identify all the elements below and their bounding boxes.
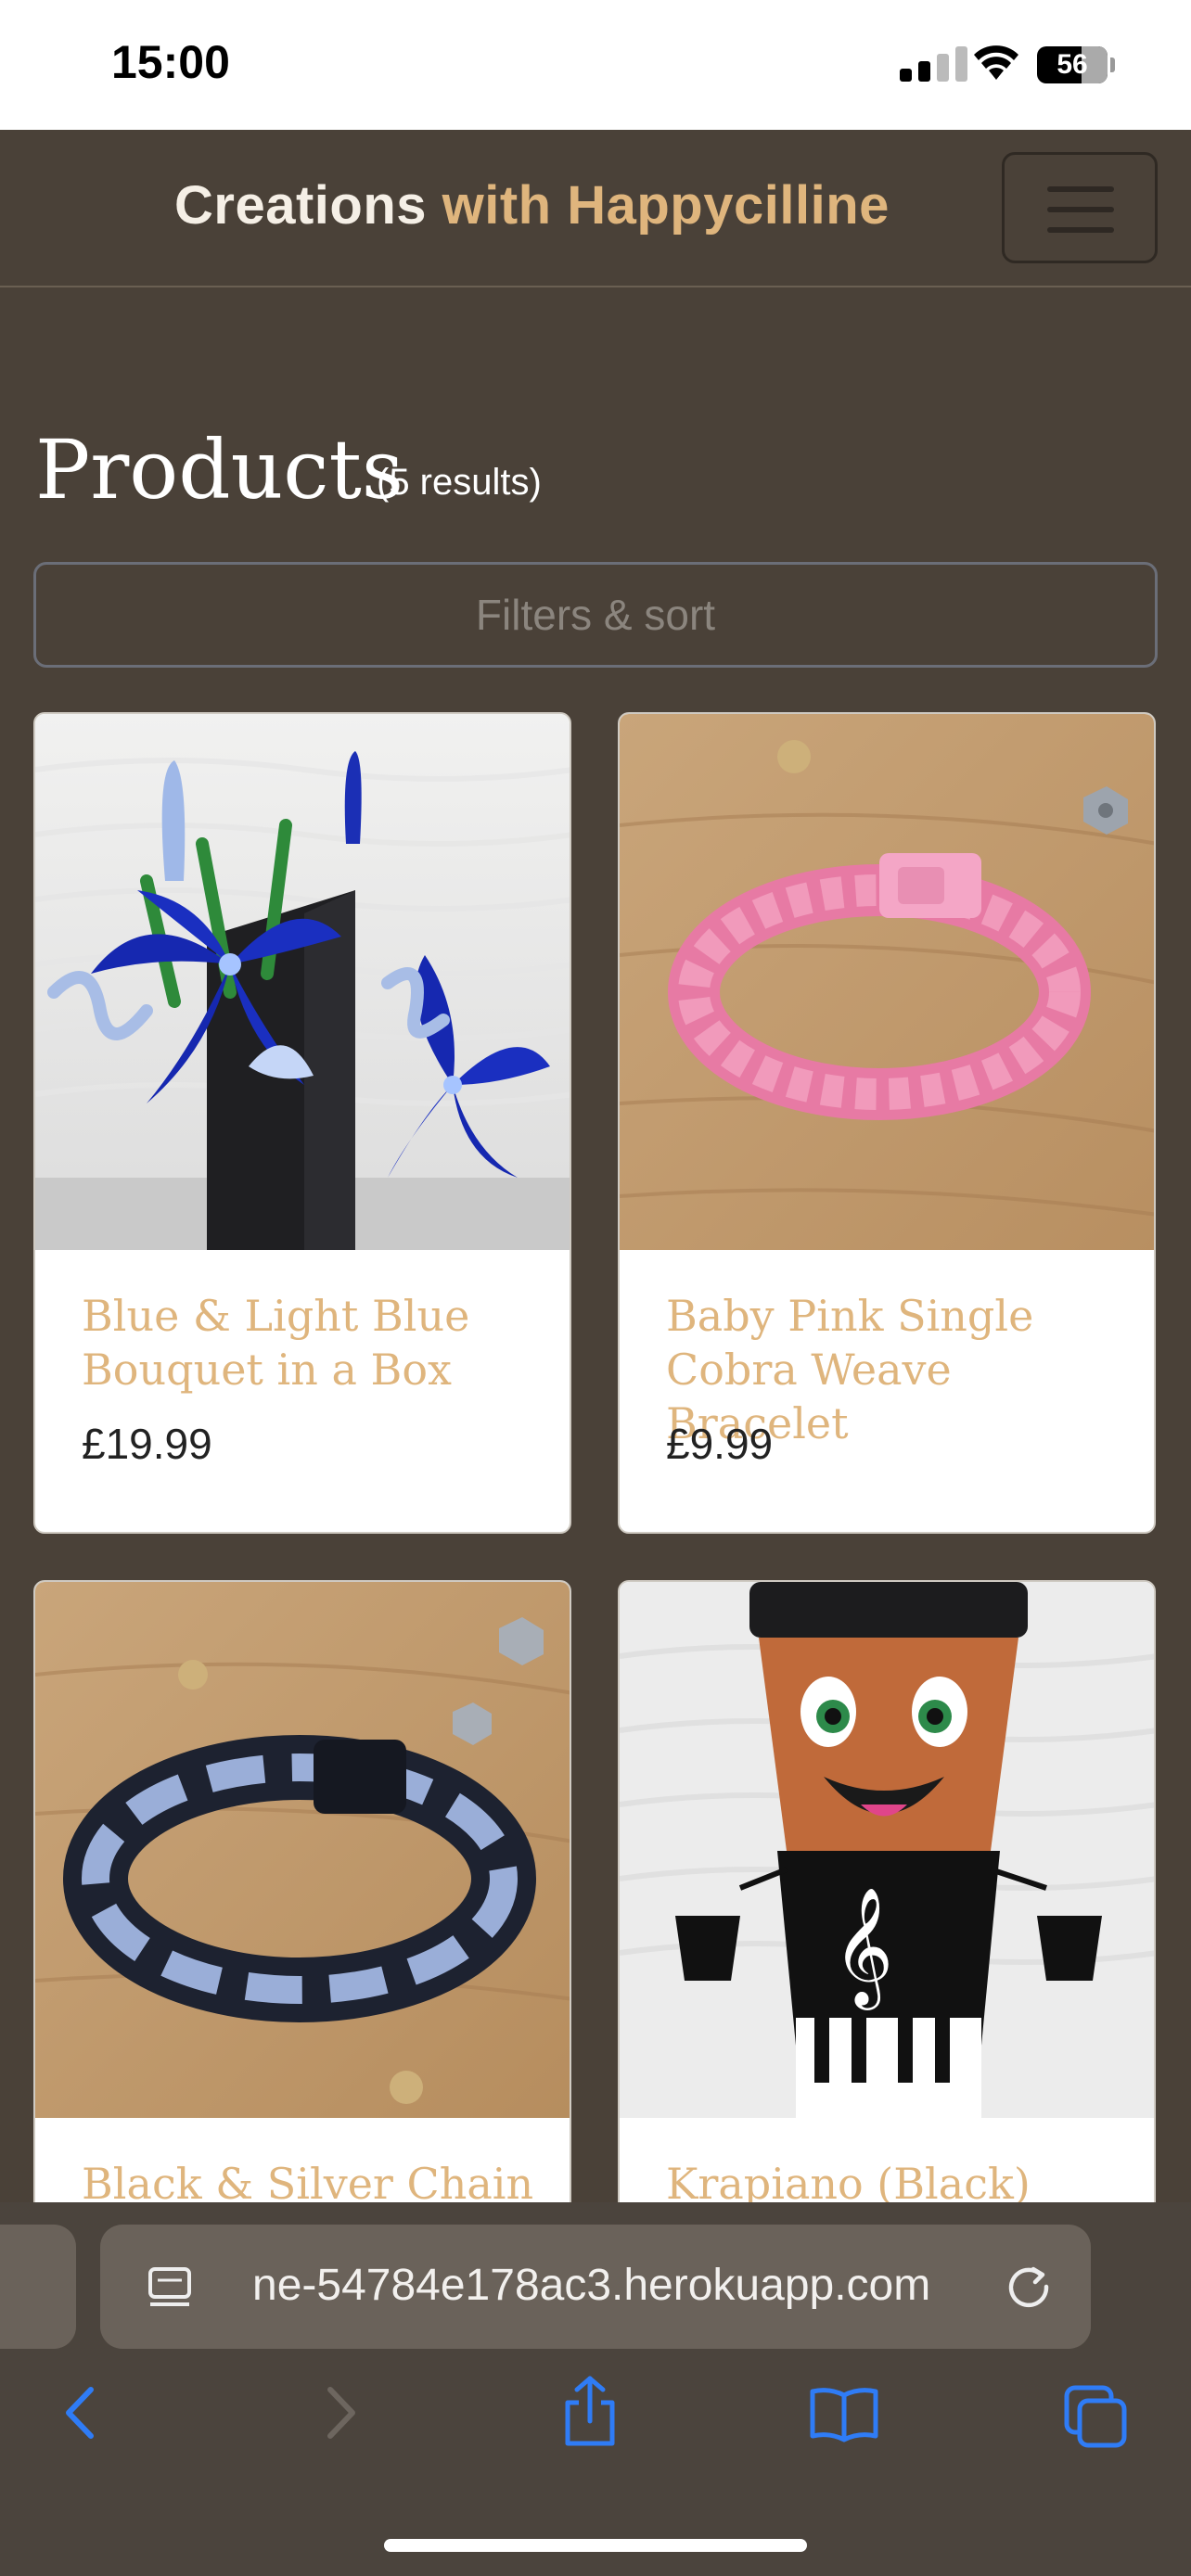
- status-bar: 15:00 56: [0, 0, 1191, 130]
- product-card[interactable]: Baby Pink Single Cobra Weave Bracelet £9…: [618, 712, 1156, 1534]
- forward-icon[interactable]: [317, 2384, 364, 2442]
- url-text[interactable]: ne-54784e178ac3.herokuapp.com: [252, 2260, 930, 2311]
- home-indicator[interactable]: [384, 2539, 807, 2552]
- filters-sort-button[interactable]: Filters & sort: [33, 562, 1158, 668]
- product-price: £19.99: [82, 1420, 212, 1468]
- product-price: £9.99: [666, 1420, 774, 1468]
- brand-name-part1: Creations: [174, 175, 428, 236]
- reload-icon[interactable]: [1004, 2262, 1054, 2312]
- battery-tip: [1110, 57, 1115, 72]
- product-image-krapiano[interactable]: 𝄞: [620, 1582, 1154, 2118]
- browser-toolbar: ne-54784e178ac3.herokuapp.com: [0, 2202, 1191, 2576]
- results-count: (5 results): [377, 462, 542, 503]
- menu-toggle-button[interactable]: [1002, 152, 1158, 263]
- product-card[interactable]: Blue & Light Blue Bouquet in a Box £19.9…: [33, 712, 571, 1534]
- battery-level: 56: [1057, 49, 1088, 80]
- tabs-icon[interactable]: [1063, 2384, 1128, 2449]
- reader-icon[interactable]: [147, 2265, 193, 2310]
- hamburger-icon: [1047, 186, 1114, 192]
- status-time: 15:00: [111, 36, 230, 88]
- product-card[interactable]: 𝄞 Krapiano (Black): [618, 1580, 1156, 2229]
- address-bar[interactable]: ne-54784e178ac3.herokuapp.com: [100, 2225, 1091, 2349]
- page-title: Products: [35, 422, 404, 517]
- brand-logo[interactable]: Creations with Happycilline: [174, 174, 890, 236]
- previous-tab-preview[interactable]: [0, 2225, 76, 2349]
- bookmarks-icon[interactable]: [809, 2386, 879, 2443]
- back-icon[interactable]: [58, 2384, 104, 2442]
- site-navbar: Creations with Happycilline: [0, 130, 1191, 287]
- svg-text:𝄞: 𝄞: [833, 1886, 893, 2010]
- product-card[interactable]: Black & Silver Chain: [33, 1580, 571, 2229]
- brand-name-part2: with Happycilline: [442, 175, 890, 236]
- product-image-pink-bracelet[interactable]: [620, 714, 1154, 1250]
- battery-icon: 56: [1037, 46, 1108, 83]
- wifi-icon: [974, 45, 1018, 80]
- share-icon[interactable]: [560, 2375, 620, 2449]
- product-title[interactable]: Blue & Light Blue Bouquet in a Box: [82, 1289, 545, 1396]
- product-image-bouquet[interactable]: [35, 714, 570, 1250]
- product-image-chain-bracelet[interactable]: [35, 1582, 570, 2118]
